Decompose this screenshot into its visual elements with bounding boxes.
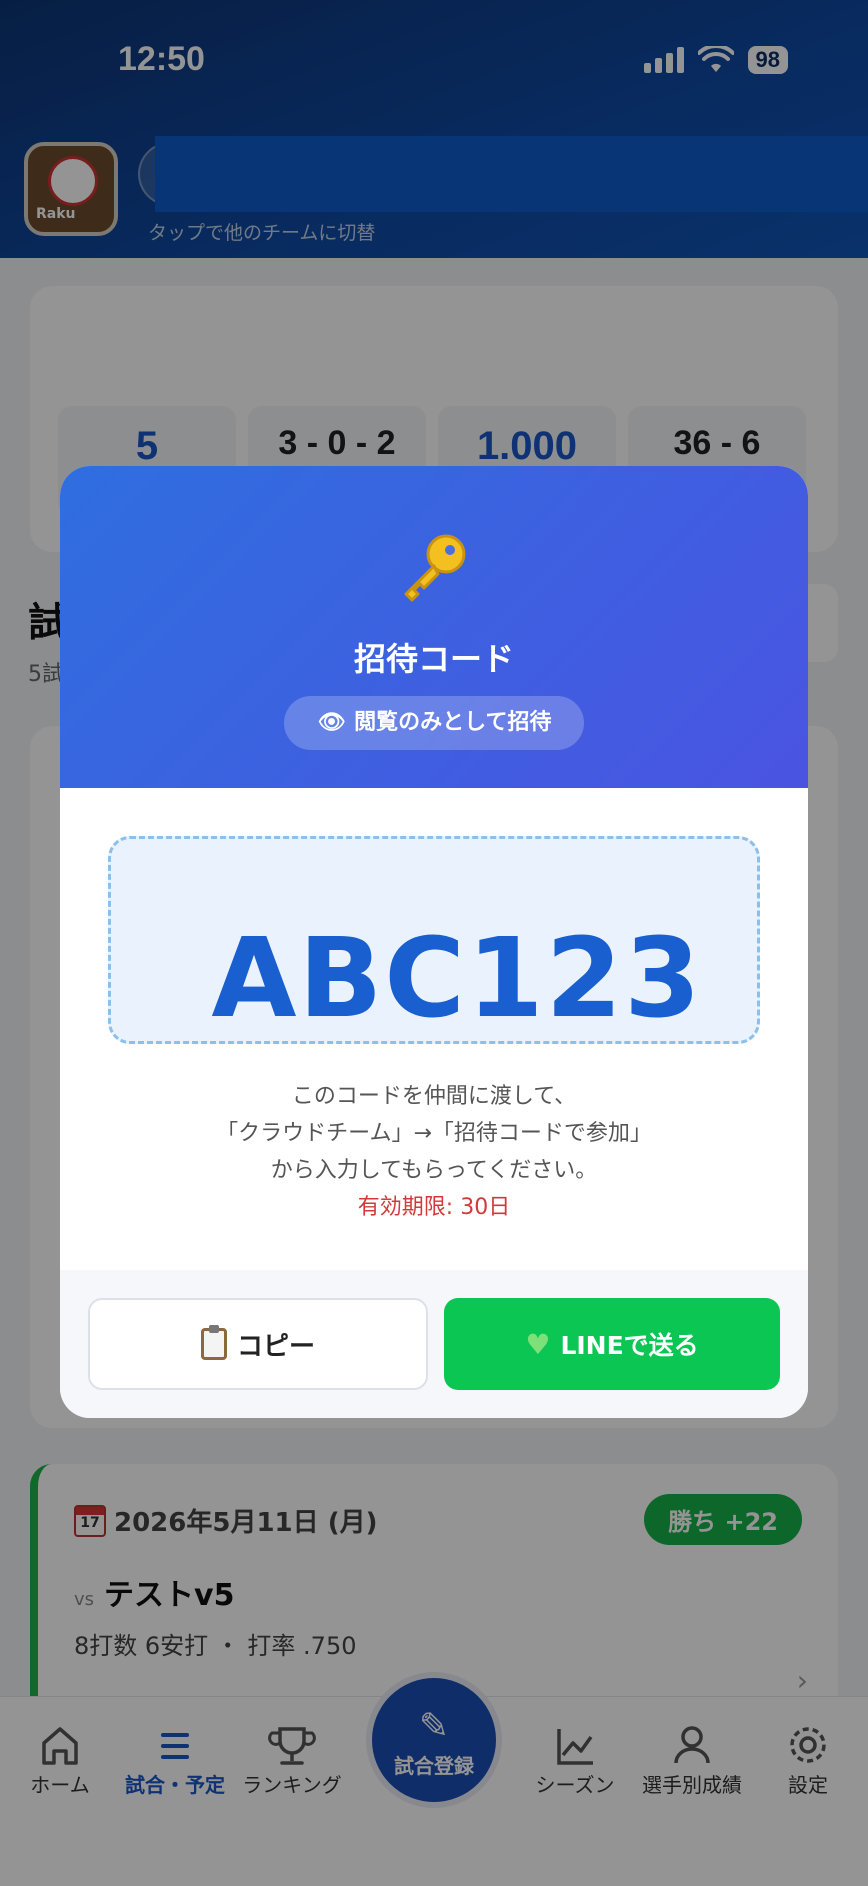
modal-footer: コピー ♥ LINEで送る: [60, 1270, 808, 1418]
instruction-line-3: から入力してもらってください。: [270, 1158, 598, 1183]
copy-button-label: コピー: [236, 1331, 315, 1362]
copy-button[interactable]: コピー: [88, 1298, 428, 1390]
instruction-line-2: 「クラウドチーム」→「招待コードで参加」: [216, 1121, 652, 1146]
view-only-badge: 👁 閲覧のみとして招待: [284, 696, 584, 750]
invite-instructions: このコードを仲間に渡して、 「クラウドチーム」→「招待コードで参加」 から入力し…: [60, 1078, 808, 1226]
heart-icon: ♥: [525, 1327, 551, 1361]
invite-code-modal: 招待コード 👁 閲覧のみとして招待 ABC123 このコードを仲間に渡して、 「…: [60, 466, 808, 1418]
modal-header: 招待コード 👁 閲覧のみとして招待: [60, 466, 808, 788]
instruction-line-1: このコードを仲間に渡して、: [291, 1084, 577, 1109]
line-share-button[interactable]: ♥ LINEで送る: [444, 1298, 780, 1390]
clipboard-icon: [200, 1325, 227, 1360]
expiry-text: 有効期限: 30日: [357, 1195, 511, 1220]
invite-code-box[interactable]: ABC123: [108, 836, 760, 1044]
modal-title: 招待コード: [353, 640, 514, 678]
view-only-badge-label: 閲覧のみとして招待: [354, 710, 552, 735]
line-share-label: LINEで送る: [560, 1331, 699, 1360]
invite-code: ABC123: [211, 914, 703, 1042]
eye-icon: 👁: [317, 710, 346, 735]
key-icon: [404, 534, 466, 602]
